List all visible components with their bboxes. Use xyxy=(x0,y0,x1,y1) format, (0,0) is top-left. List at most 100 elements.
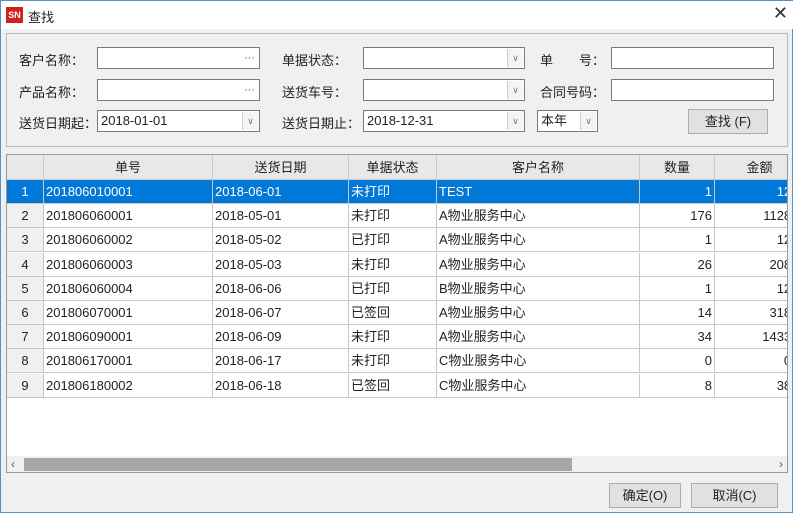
cell-customer: C物业服务中心 xyxy=(437,349,640,374)
cell-quantity: 176 xyxy=(640,204,715,229)
cell-order-no: 201806090001 xyxy=(44,325,213,350)
cell-row-number: 4 xyxy=(7,252,44,277)
table-row[interactable]: 12018060100012018-06-01未打印TEST112.0 xyxy=(7,180,787,204)
table-row[interactable]: 22018060600012018-05-01未打印A物业服务中心1761128… xyxy=(7,204,787,229)
customer-label: 客户名称： xyxy=(19,53,85,68)
table-row[interactable]: 82018061700012018-06-17未打印C物业服务中心00.0 xyxy=(7,349,787,374)
cell-delivery-date: 2018-05-02 xyxy=(213,228,349,253)
cell-row-number: 8 xyxy=(7,349,44,374)
table-row[interactable]: 52018060600042018-06-06已打印B物业服务中心112.0 xyxy=(7,276,787,301)
cell-quantity: 1 xyxy=(640,228,715,253)
scrollbar-thumb[interactable] xyxy=(24,458,572,471)
cell-customer: A物业服务中心 xyxy=(437,204,640,229)
cell-order-no: 201806060004 xyxy=(44,276,213,301)
cell-amount: 318.0 xyxy=(715,301,787,325)
cell-quantity: 26 xyxy=(640,252,715,277)
product-label: 产品名称： xyxy=(19,85,85,100)
cell-order-no: 201806170001 xyxy=(44,349,213,374)
chevron-down-icon[interactable]: ∨ xyxy=(507,49,523,67)
table-row[interactable]: 32018060600022018-05-02已打印A物业服务中心112.0 xyxy=(7,228,787,253)
cell-order-no: 201806070001 xyxy=(44,301,213,325)
browse-icon[interactable]: ··· xyxy=(244,48,255,68)
column-header-delivery-date[interactable]: 送货日期 xyxy=(213,155,349,180)
chevron-down-icon[interactable]: ∨ xyxy=(580,112,596,130)
date-to-select[interactable]: 2018-12-31 ∨ xyxy=(363,110,525,132)
cancel-button[interactable]: 取消(C) xyxy=(691,483,778,508)
scroll-right-icon[interactable]: › xyxy=(779,456,783,472)
cell-quantity: 34 xyxy=(640,325,715,350)
contract-label: 合同号码： xyxy=(540,85,606,100)
order-no-label: 单 号： xyxy=(540,53,606,68)
table-row[interactable]: 62018060700012018-06-07已签回A物业服务中心14318.0 xyxy=(7,301,787,325)
search-button[interactable]: 查找 (F) xyxy=(688,109,768,134)
cell-status: 未打印 xyxy=(349,349,437,374)
chevron-down-icon[interactable]: ∨ xyxy=(507,81,523,99)
order-no-input[interactable] xyxy=(611,47,774,69)
table-row[interactable]: 72018060900012018-06-09未打印A物业服务中心341433.… xyxy=(7,325,787,350)
title-bar: SN 查找 ✕ xyxy=(1,1,793,29)
cell-amount: 12.0 xyxy=(715,228,787,253)
cell-amount: 1433.0 xyxy=(715,325,787,350)
cell-amount: 1128.0 xyxy=(715,204,787,229)
cell-amount: 38.0 xyxy=(715,374,787,398)
cell-customer: A物业服务中心 xyxy=(437,301,640,325)
horizontal-scrollbar[interactable]: ‹ › xyxy=(7,456,787,472)
browse-icon[interactable]: ··· xyxy=(244,80,255,100)
status-select[interactable]: ∨ xyxy=(363,47,525,69)
cell-quantity: 14 xyxy=(640,301,715,325)
date-from-select[interactable]: 2018-01-01 ∨ xyxy=(97,110,260,132)
window-title: 查找 xyxy=(28,10,55,25)
cell-row-number: 6 xyxy=(7,301,44,325)
ok-button[interactable]: 确定(O) xyxy=(609,483,681,508)
column-header-customer[interactable]: 客户名称 xyxy=(437,155,640,180)
cell-amount: 0.0 xyxy=(715,349,787,374)
close-icon[interactable]: ✕ xyxy=(773,3,788,24)
cell-order-no: 201806180002 xyxy=(44,373,213,398)
results-table: 单号 送货日期 单据状态 客户名称 数量 金额 1 201806010001 2018-06-0… xyxy=(6,154,788,473)
column-header-order-no[interactable]: 单号 xyxy=(44,155,213,180)
cell-delivery-date: 2018-06-18 xyxy=(213,373,349,398)
cell-row-number: 5 xyxy=(7,276,44,301)
cell-status: 未打印 xyxy=(349,252,437,277)
cell-delivery-date: 2018-06-06 xyxy=(213,276,349,301)
cell-status: 未打印 xyxy=(349,204,437,229)
column-header-quantity[interactable]: 数量 xyxy=(640,155,715,180)
cell-delivery-date: 2018-05-03 xyxy=(213,252,349,277)
column-header-status[interactable]: 单据状态 xyxy=(349,155,437,180)
contract-input[interactable] xyxy=(611,79,774,101)
cell-status: 未打印 xyxy=(349,325,437,350)
date-to-label: 送货日期止： xyxy=(282,116,361,131)
chevron-down-icon[interactable]: ∨ xyxy=(507,112,523,130)
cell-status: 已签回 xyxy=(349,373,437,398)
status-label: 单据状态： xyxy=(282,53,348,68)
column-header-amount[interactable]: 金额 xyxy=(715,155,787,180)
cell-customer: B物业服务中心 xyxy=(437,276,640,301)
cell-order-no: 201806060002 xyxy=(44,228,213,253)
table-row[interactable]: 92018061800022018-06-18已签回C物业服务中心838.0 xyxy=(7,373,787,398)
table-row[interactable]: 42018060600032018-05-03未打印A物业服务中心26208.0 xyxy=(7,252,787,277)
column-header-row-number[interactable] xyxy=(7,155,44,180)
cell-order-no: 201806060001 xyxy=(44,204,213,229)
cell-row-number: 3 xyxy=(7,228,44,253)
cell-delivery-date: 2018-06-17 xyxy=(213,349,349,374)
cell-status: 已签回 xyxy=(349,301,437,325)
truck-label: 送货车号： xyxy=(282,85,348,100)
app-logo: SN xyxy=(6,7,23,23)
chevron-down-icon[interactable]: ∨ xyxy=(242,112,258,130)
cell-row-number: 9 xyxy=(7,373,44,398)
cell-customer: A物业服务中心 xyxy=(437,228,640,253)
cell-quantity: 1 xyxy=(640,180,715,204)
customer-input[interactable]: ··· xyxy=(97,47,260,69)
cell-customer: A物业服务中心 xyxy=(437,325,640,350)
truck-select[interactable]: ∨ xyxy=(363,79,525,101)
date-from-label: 送货日期起： xyxy=(19,116,98,131)
cell-order-no: 201806010001 xyxy=(44,180,213,204)
cell-customer: C物业服务中心 xyxy=(437,373,640,398)
period-select[interactable]: 本年 ∨ xyxy=(537,110,598,132)
scroll-left-icon[interactable]: ‹ xyxy=(11,456,15,472)
table-header: 单号 送货日期 单据状态 客户名称 数量 金额 xyxy=(7,155,787,180)
product-input[interactable]: ··· xyxy=(97,79,260,101)
cell-order-no: 201806060003 xyxy=(44,252,213,277)
cell-status: 未打印 xyxy=(349,180,437,204)
cell-delivery-date: 2018-06-01 xyxy=(213,180,349,204)
